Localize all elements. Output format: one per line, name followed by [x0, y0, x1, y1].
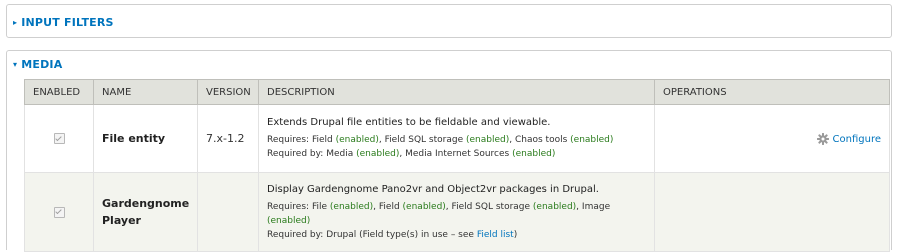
col-header-name: NAME — [93, 79, 198, 105]
configure-label: Configure — [832, 133, 881, 145]
dependent: Media Internet Sources (enabled) — [405, 149, 556, 159]
module-description: Display Gardengnome Pano2vr and Object2v… — [267, 183, 599, 195]
version-cell: 7.x-1.2 — [197, 104, 259, 173]
collapsed-arrow-icon: ▸ — [13, 18, 18, 27]
module-description: Extends Drupal file entities to be field… — [267, 117, 551, 128]
requirement: Field (enabled), — [378, 201, 449, 212]
module-name: File entity — [102, 132, 166, 145]
requirement: File (enabled), — [311, 201, 377, 212]
required-by-line: Required by: Drupal (Field type(s) in us… — [267, 228, 646, 242]
operations-cell: Configure — [654, 104, 890, 173]
required-by-close: ) — [513, 229, 518, 240]
table-row: File entity 7.x-1.2 Extends Drupal file … — [24, 104, 890, 173]
requirement: Chaos tools (enabled) — [514, 135, 614, 145]
col-header-version: VERSION — [197, 79, 259, 105]
module-version: 7.x-1.2 — [206, 132, 245, 145]
input-filters-fieldset: ▸ INPUT FILTERS — [6, 4, 892, 38]
media-fieldset: ▾ MEDIA ENABLED NAME VERSION DESCRIPTION … — [6, 50, 892, 252]
required-by-line: Required by: Media (enabled), Media Inte… — [267, 147, 646, 161]
module-name: Gardengnome Player — [102, 197, 190, 227]
requirement: Field SQL storage (enabled), — [384, 135, 513, 145]
enabled-cell — [24, 172, 94, 252]
requires-label: Requires: — [267, 135, 310, 145]
input-filters-title: INPUT FILTERS — [21, 16, 114, 29]
requirement: Field (enabled), — [311, 135, 382, 145]
media-title: MEDIA — [21, 58, 63, 71]
media-toggle[interactable]: ▾ MEDIA — [13, 58, 62, 71]
configure-link[interactable]: Configure — [816, 132, 881, 145]
col-header-description: DESCRIPTION — [258, 79, 655, 105]
requires-line: Requires: Field (enabled), Field SQL sto… — [267, 133, 646, 147]
enabled-cell — [24, 104, 94, 173]
description-cell: Display Gardengnome Pano2vr and Object2v… — [258, 172, 655, 252]
table-header-row: ENABLED NAME VERSION DESCRIPTION OPERATI… — [24, 79, 890, 105]
requirement: Field SQL storage (enabled), — [451, 201, 580, 212]
name-cell: File entity — [93, 104, 198, 173]
description-cell: Extends Drupal file entities to be field… — [258, 104, 655, 173]
gear-icon — [816, 132, 829, 145]
col-header-operations: OPERATIONS — [654, 79, 890, 105]
table-row: Gardengnome Player Display Gardengnome P… — [24, 172, 890, 252]
required-by-label: Required by: — [267, 229, 324, 240]
input-filters-toggle[interactable]: ▸ INPUT FILTERS — [13, 16, 114, 29]
requires-line: Requires: File (enabled), Field (enabled… — [267, 200, 646, 228]
version-cell — [197, 172, 259, 252]
field-list-link[interactable]: Field list — [477, 230, 514, 240]
enabled-checkbox[interactable] — [53, 133, 65, 144]
enabled-checkbox[interactable] — [53, 206, 65, 218]
name-cell: Gardengnome Player — [93, 172, 198, 252]
operations-cell — [654, 172, 890, 252]
required-by-text: Drupal (Field type(s) in use – see — [326, 229, 474, 240]
col-header-enabled: ENABLED — [24, 79, 94, 105]
expanded-arrow-icon: ▾ — [13, 60, 18, 69]
required-by-label: Required by: — [267, 149, 324, 159]
requires-label: Requires: — [267, 201, 310, 212]
modules-table: ENABLED NAME VERSION DESCRIPTION OPERATI… — [24, 79, 890, 252]
dependent: Media (enabled), — [326, 149, 403, 159]
